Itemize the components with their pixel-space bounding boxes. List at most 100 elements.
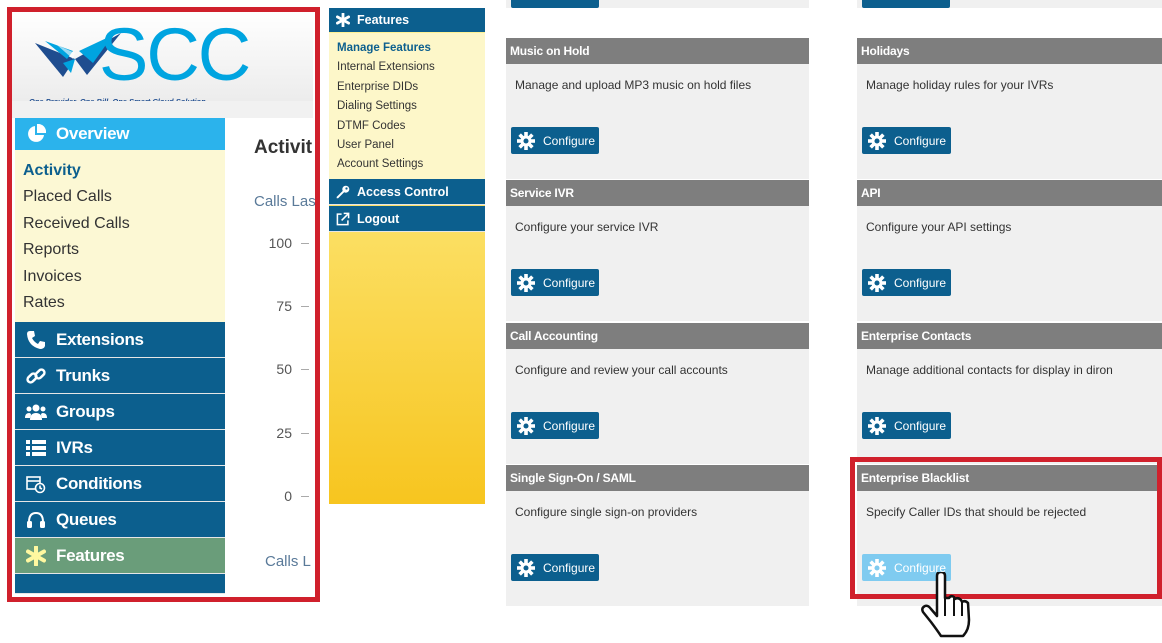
submenu-item-user-panel[interactable]: User Panel (337, 136, 485, 155)
configure-button[interactable]: Configure (511, 412, 599, 439)
pie-chart-icon (24, 124, 48, 144)
button-label: Configure (894, 275, 947, 290)
menu-item-label: Access Control (357, 184, 449, 199)
card-description: Configure single sign-on providers (515, 505, 698, 519)
submenu-item-invoices[interactable]: Invoices (23, 264, 225, 290)
card-description: Specify Caller IDs that should be reject… (866, 505, 1087, 519)
gear-icon (868, 416, 886, 435)
asterisk-icon (24, 545, 48, 566)
external-link-icon (335, 212, 351, 226)
features-menu-header[interactable]: Features (329, 8, 485, 32)
card-title: API (857, 180, 1162, 206)
list-icon (24, 439, 48, 457)
card-description: Manage holiday rules for your IVRs (866, 78, 1054, 92)
sidebar-item-label: Conditions (56, 473, 142, 493)
sidebar-item-label: IVRs (56, 437, 93, 457)
sidebar-item-partial[interactable] (15, 574, 225, 595)
sidebar-item-groups[interactable]: Groups (15, 394, 225, 431)
sidebar-item-label: Groups (56, 401, 115, 421)
button-label: Configure (894, 133, 947, 148)
card-enterprise-blacklist: Enterprise Blacklist Specify Caller IDs … (857, 465, 1162, 606)
logo-text: SCC (99, 13, 251, 96)
page-title: Activit (254, 137, 313, 158)
sidebar-item-label: Trunks (56, 365, 110, 385)
activity-content (225, 118, 320, 595)
configure-button[interactable]: Configure (862, 412, 951, 439)
configure-button-partial[interactable] (862, 0, 950, 8)
sidebar-item-ivrs[interactable]: IVRs (15, 430, 225, 467)
configure-button[interactable]: Configure (862, 269, 951, 296)
menu-item-logout[interactable]: Logout (329, 206, 485, 232)
asterisk-icon (335, 13, 351, 27)
configure-button[interactable]: Configure (511, 269, 599, 296)
submenu-item-reports[interactable]: Reports (23, 237, 225, 263)
card-title: Enterprise Blacklist (857, 465, 1162, 491)
button-label: Configure (543, 275, 596, 290)
features-menu-title: Features (357, 13, 410, 27)
configure-button[interactable]: Configure (511, 127, 599, 154)
sidebar-item-conditions[interactable]: Conditions (15, 466, 225, 503)
headset-icon (24, 510, 48, 530)
phone-icon (24, 330, 48, 350)
sidebar-item-label: Extensions (56, 329, 144, 349)
submenu-item-internal-extensions[interactable]: Internal Extensions (337, 58, 485, 77)
configure-button[interactable]: Configure (862, 127, 951, 154)
key-icon (335, 185, 351, 199)
gear-icon (868, 131, 886, 150)
submenu-item-account-settings[interactable]: Account Settings (337, 155, 485, 174)
button-label: Configure (894, 418, 947, 433)
card-title: Service IVR (506, 180, 809, 206)
submenu-item-dtmf-codes[interactable]: DTMF Codes (337, 117, 485, 136)
sidebar-item-label: Queues (56, 509, 117, 529)
y-tick-line (301, 369, 309, 370)
configure-button-partial[interactable] (511, 0, 599, 8)
card-title: Holidays (857, 38, 1162, 64)
card-call-accounting: Call Accounting Configure and review you… (506, 323, 809, 464)
gear-icon (517, 558, 535, 577)
sidebar-item-queues[interactable]: Queues (15, 502, 225, 539)
gear-icon (868, 558, 886, 577)
submenu-item-placed-calls[interactable]: Placed Calls (23, 184, 225, 210)
card-title: Single Sign-On / SAML (506, 465, 809, 491)
submenu-item-received-calls[interactable]: Received Calls (23, 211, 225, 237)
sidebar-item-label: Features (56, 545, 125, 565)
calendar-clock-icon (24, 474, 48, 494)
sidebar-item-trunks[interactable]: Trunks (15, 358, 225, 395)
menu-item-label: Logout (357, 211, 400, 226)
card-description: Configure your API settings (866, 220, 1012, 234)
submenu-item-dialing-settings[interactable]: Dialing Settings (337, 97, 485, 116)
header-strip (11, 101, 313, 118)
card-holidays: Holidays Manage holiday rules for your I… (857, 38, 1162, 179)
y-tick-line (301, 306, 309, 307)
gear-icon (517, 273, 535, 292)
sidebar: Overview Activity Placed Calls Received … (15, 118, 225, 595)
sidebar-item-label: Overview (56, 124, 130, 143)
sidebar-item-extensions[interactable]: Extensions (15, 322, 225, 359)
sidebar-item-features[interactable]: Features (15, 538, 225, 575)
chart-title-calls-second: Calls L (265, 553, 311, 570)
y-tick-label: 100 (268, 235, 292, 251)
submenu-item-rates[interactable]: Rates (23, 290, 225, 316)
menu-item-access-control[interactable]: Access Control (329, 179, 485, 205)
card-enterprise-contacts: Enterprise Contacts Manage additional co… (857, 323, 1162, 464)
card-description: Configure your service IVR (515, 220, 659, 234)
submenu-item-enterprise-dids[interactable]: Enterprise DIDs (337, 78, 485, 97)
button-label: Configure (543, 133, 596, 148)
card-title: Call Accounting (506, 323, 809, 349)
configure-button[interactable]: Configure (511, 554, 599, 581)
logo-header: SCC One Provider, One Bill, One Smart Cl… (11, 11, 313, 106)
users-icon (24, 403, 48, 421)
y-tick-label: 75 (276, 298, 292, 314)
y-tick-line (301, 433, 309, 434)
submenu-item-manage-features[interactable]: Manage Features (337, 39, 485, 58)
gear-icon (868, 273, 886, 292)
sidebar-item-overview[interactable]: Overview (15, 118, 225, 150)
card-description: Manage and upload MP3 music on hold file… (515, 78, 752, 92)
features-submenu: Manage Features Internal Extensions Ente… (329, 33, 485, 181)
y-tick-label: 50 (276, 361, 292, 377)
chart-title-calls-last: Calls Las (254, 193, 316, 210)
gear-icon (517, 416, 535, 435)
submenu-item-activity[interactable]: Activity (23, 158, 225, 184)
button-label: Configure (543, 418, 596, 433)
card-service-ivr: Service IVR Configure your service IVR C… (506, 180, 809, 321)
